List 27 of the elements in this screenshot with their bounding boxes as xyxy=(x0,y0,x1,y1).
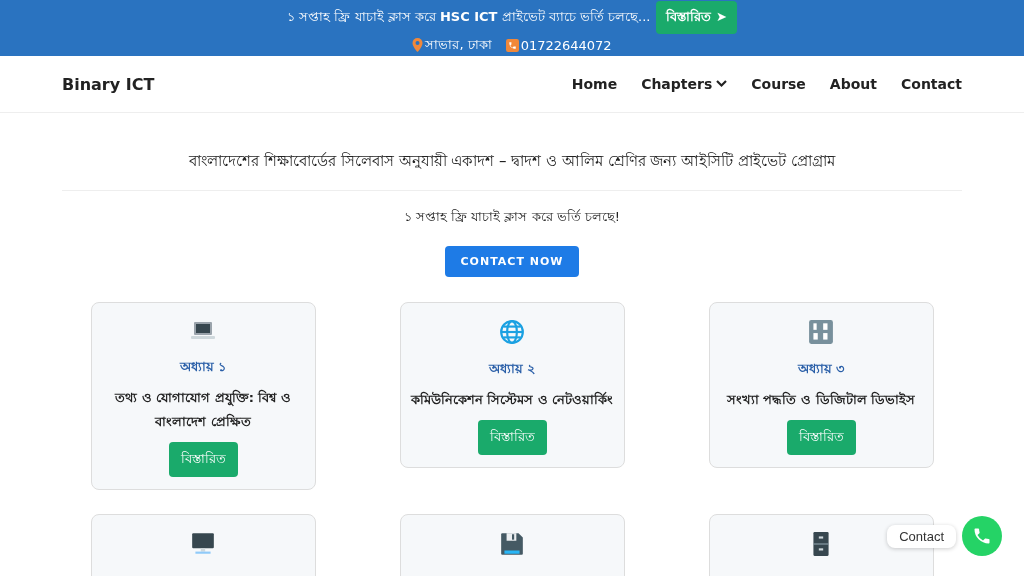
chapter-number: অধ্যায় ২ xyxy=(488,360,536,378)
chapter-number: অধ্যায় ৩ xyxy=(797,360,845,378)
chapter-title: সংখ্যা পদ্ধতি ও ডিজিটাল ডিভাইস xyxy=(726,390,916,409)
chevron-down-icon xyxy=(716,80,728,88)
nav-link[interactable]: Home xyxy=(571,76,618,92)
number-keys-icon xyxy=(808,319,834,345)
nav-link[interactable]: Contact xyxy=(901,76,962,92)
nav-link[interactable]: About xyxy=(829,76,877,92)
desktop-computer-icon xyxy=(190,531,216,557)
contact-now-button[interactable]: CONTACT NOW xyxy=(444,246,580,277)
phone-icon xyxy=(505,38,519,52)
admission-text: ১ সপ্তাহ ফ্রি যাচাই ক্লাস করে ভর্তি চলছে! xyxy=(402,208,622,226)
chapter-number: অধ্যায় ১ xyxy=(179,358,227,376)
announcement-text: ১ সপ্তাহ ফ্রি যাচাই ক্লাস করে HSC ICT প্রাইভেট ব্যাচে ভর্তি চলছে... xyxy=(287,7,651,26)
page-heading: বাংলাদেশের শিক্ষাবোর্ডের সিলেবাস অনুযায়ী একাদশ – দ্বাদশ ও আলিম শ্রেণির জন্য আইসিটি প্রাইভেট প্রোগ্রাম xyxy=(62,113,962,191)
phone-number: 01722644072 xyxy=(520,37,612,53)
location-pin-icon xyxy=(412,38,424,52)
phone-call-button[interactable] xyxy=(962,516,1002,556)
nav-link[interactable]: Course xyxy=(751,76,806,92)
globe-icon xyxy=(499,319,525,345)
contact-label[interactable]: Contact xyxy=(887,524,956,548)
nav-link[interactable]: Chapters xyxy=(641,76,728,92)
chapter-title: কমিউনিকেশন সিস্টেমস ও নেটওয়ার্কিং xyxy=(410,390,614,409)
chapter-title: তথ্য ও যোগাযোগ প্রযুক্তি: বিশ্ব ও বাংলাদেশ প্রেক্ষিত xyxy=(113,388,292,431)
phone-icon xyxy=(972,526,992,546)
site-logo-text[interactable]: Binary ICT xyxy=(62,74,155,94)
location-text: সাভার, ঢাকা xyxy=(425,35,492,54)
